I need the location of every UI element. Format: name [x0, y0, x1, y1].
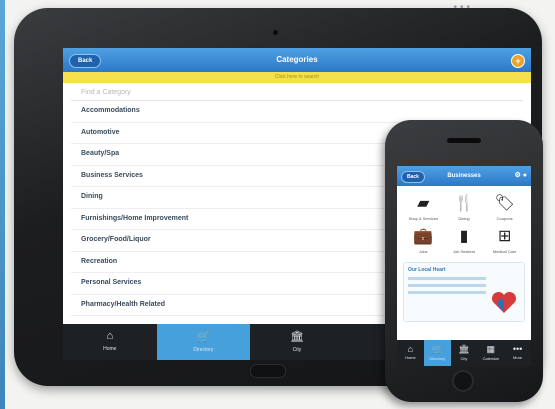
page-title: Categories	[276, 55, 318, 64]
home-icon: ⌂	[106, 330, 114, 342]
add-icon[interactable]: +	[511, 54, 525, 68]
promo-card[interactable]: Our Local Heart	[403, 262, 525, 322]
grid-label: Job Seekers	[452, 249, 476, 254]
card-text-line	[408, 284, 487, 287]
grid-label: Medical Care	[492, 249, 517, 254]
grid-item[interactable]: 🍴 Dining	[444, 194, 485, 221]
tab-label: Directory	[193, 347, 214, 353]
tab-home[interactable]: ⌂ Home	[63, 324, 157, 360]
card-text-line	[408, 291, 487, 294]
calendar-icon: ▦	[486, 344, 496, 354]
header-icons[interactable]: ⚙ ●	[515, 171, 527, 179]
phone-speaker	[447, 138, 481, 143]
tablet-camera	[273, 30, 278, 35]
business-grid: ▰ Shop & Services 🍴 Dining 🏷 Coupons 💼 J…	[397, 186, 531, 254]
grid-label: Coupons	[496, 216, 513, 221]
phone-home-button[interactable]	[452, 370, 474, 392]
card-text-line	[408, 277, 487, 280]
map-icon: ▰	[417, 195, 430, 212]
more-icon: •••	[512, 344, 523, 354]
utensils-icon: 🍴	[454, 195, 474, 212]
heart-logo-icon	[491, 291, 517, 313]
phone-screen: Back Businesses ⚙ ● ▰ Shop & Services 🍴 …	[397, 166, 531, 366]
tab-directory[interactable]: 🛒 Directory	[156, 324, 251, 360]
grid-label: Jobs	[419, 249, 428, 254]
tab-home[interactable]: ⌂ Home	[397, 340, 424, 366]
phone-tab-bar: ⌂ Home 🛒 Directory 🏛 City ▦ Calendar •••…	[397, 340, 531, 366]
tab-label: Calendar	[482, 356, 499, 361]
tablet-home-button[interactable]	[250, 364, 286, 378]
phone-header: Back Businesses ⚙ ●	[397, 166, 531, 186]
phone-device: Back Businesses ⚙ ● ▰ Shop & Services 🍴 …	[385, 120, 543, 402]
grid-item[interactable]: 🏷 Coupons	[484, 194, 525, 221]
page-title: Businesses	[447, 173, 481, 179]
bank-icon: 🏛	[458, 344, 470, 354]
left-edge-strip	[0, 0, 5, 409]
grid-item[interactable]: ▮ Job Seekers	[444, 227, 485, 254]
search-banner[interactable]: Click here to search	[63, 72, 531, 83]
grid-label: Dining	[458, 216, 470, 221]
home-icon: ⌂	[407, 344, 414, 354]
tab-calendar[interactable]: ▦ Calendar	[477, 340, 504, 366]
cart-icon: 🛒	[431, 344, 443, 354]
tab-label: More	[513, 355, 523, 360]
tag-icon: 🏷	[494, 195, 515, 212]
cart-icon: 🛒	[196, 331, 211, 343]
grid-item[interactable]: 💼 Jobs	[403, 227, 444, 254]
tab-label: City	[460, 356, 468, 361]
tab-more[interactable]: ••• More	[504, 340, 531, 366]
grid-item[interactable]: ⊞ Medical Care	[484, 227, 525, 254]
tab-label: Home	[405, 355, 416, 360]
card-title: Our Local Heart	[408, 267, 446, 273]
tab-label: Directory	[429, 356, 446, 361]
search-input[interactable]: Find a Category	[71, 86, 523, 101]
bank-icon: 🏛	[290, 331, 304, 343]
document-icon: ▮	[459, 228, 469, 245]
plus-icon: ⊞	[497, 228, 512, 245]
tab-city[interactable]: 🏛 City	[250, 324, 344, 360]
tablet-header: Back Categories +	[63, 48, 531, 72]
grid-label: Shop & Services	[408, 216, 439, 221]
grid-item[interactable]: ▰ Shop & Services	[403, 194, 444, 221]
briefcase-icon: 💼	[413, 228, 434, 245]
tab-label: Home	[103, 346, 117, 352]
tab-city[interactable]: 🏛 City	[451, 340, 478, 366]
tab-directory[interactable]: 🛒 Directory	[423, 340, 451, 366]
tab-label: City	[292, 347, 302, 353]
